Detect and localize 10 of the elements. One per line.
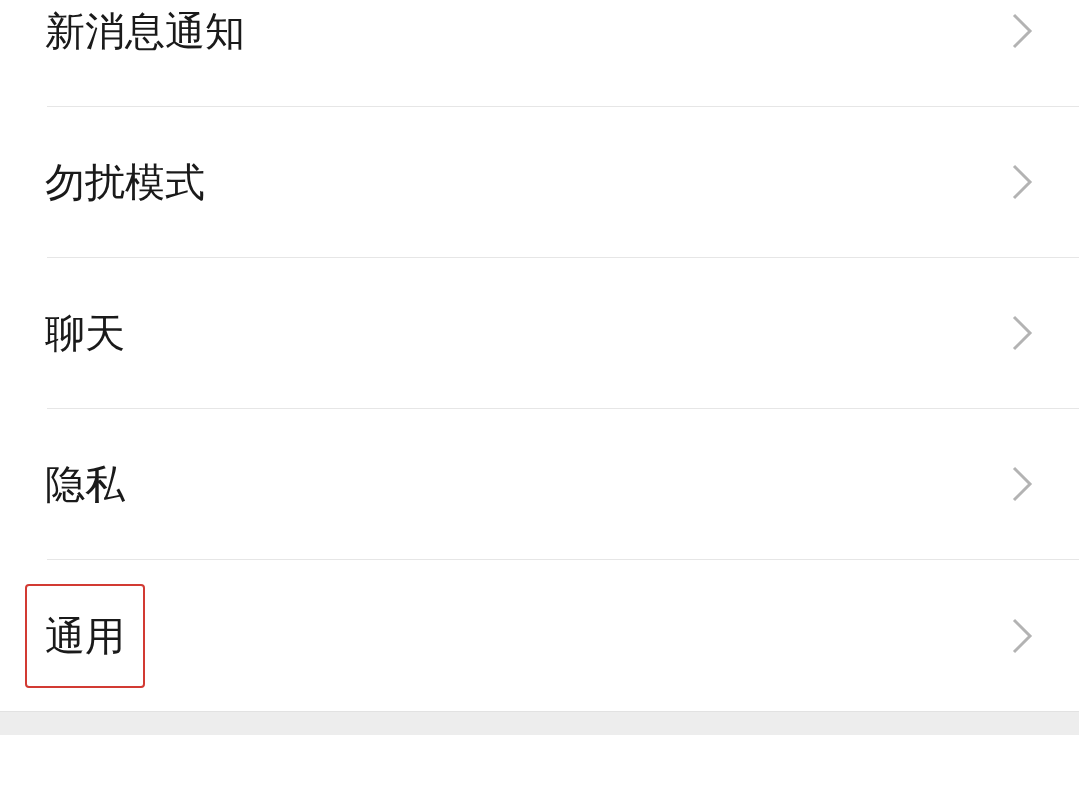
chevron-right-icon bbox=[1011, 314, 1033, 352]
chevron-right-icon bbox=[1011, 616, 1033, 655]
settings-item-label[interactable]: 新消息通知 bbox=[45, 7, 245, 55]
settings-item-label[interactable]: 勿扰模式 bbox=[45, 158, 205, 206]
chevron-right-icon bbox=[1011, 12, 1033, 50]
chevron-right-icon bbox=[1011, 163, 1033, 201]
settings-item-label[interactable]: 聊天 bbox=[45, 309, 125, 357]
settings-item-label[interactable]: 通用 bbox=[27, 585, 143, 686]
chevron-right-icon bbox=[1011, 465, 1033, 503]
settings-item-label[interactable]: 隐私 bbox=[45, 460, 125, 508]
